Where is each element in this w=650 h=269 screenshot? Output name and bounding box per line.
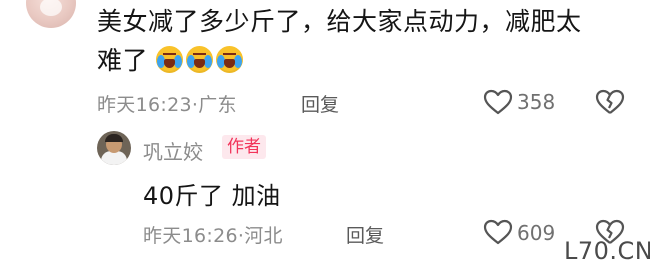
comment-like-count: 358 <box>517 90 556 114</box>
comment-meta: 昨天16:23·广东 <box>97 94 237 116</box>
comment-text: 美女减了多少斤了，给大家点动力，减肥太 难了 <box>97 2 617 80</box>
reply-reply-button[interactable]: 回复 <box>346 221 384 248</box>
loudly-crying-face-icon <box>186 46 214 73</box>
reply-time: 昨天16:26 <box>143 225 238 247</box>
loudly-crying-face-icon <box>156 46 184 73</box>
loudly-crying-face-icon <box>216 46 244 73</box>
comment-time: 昨天16:23 <box>97 94 192 116</box>
comment-reply-button[interactable]: 回复 <box>301 90 339 117</box>
author-badge: 作者 <box>222 135 266 159</box>
comment-text-line2: 难了 <box>97 46 149 75</box>
broken-heart-icon <box>595 89 625 114</box>
reply-like-count: 609 <box>517 221 556 245</box>
comment-dislike-button[interactable] <box>595 89 625 115</box>
watermark: L70.CN <box>564 237 650 265</box>
reply-text: 40斤了 加油 <box>143 182 281 210</box>
commenter-avatar[interactable] <box>26 0 76 28</box>
author-name[interactable]: 巩立姣 <box>143 136 203 165</box>
author-avatar[interactable] <box>97 131 131 165</box>
comment-like-button[interactable] <box>483 89 513 115</box>
reply-like-button[interactable] <box>483 219 513 245</box>
comment-text-line1: 美女减了多少斤了，给大家点动力，减肥太 <box>97 7 582 36</box>
comment-location: 广东 <box>198 94 237 116</box>
reply-location: 河北 <box>244 225 283 247</box>
heart-outline-icon <box>483 89 513 115</box>
reply-meta: 昨天16:26·河北 <box>143 225 283 247</box>
heart-outline-icon <box>483 219 513 245</box>
